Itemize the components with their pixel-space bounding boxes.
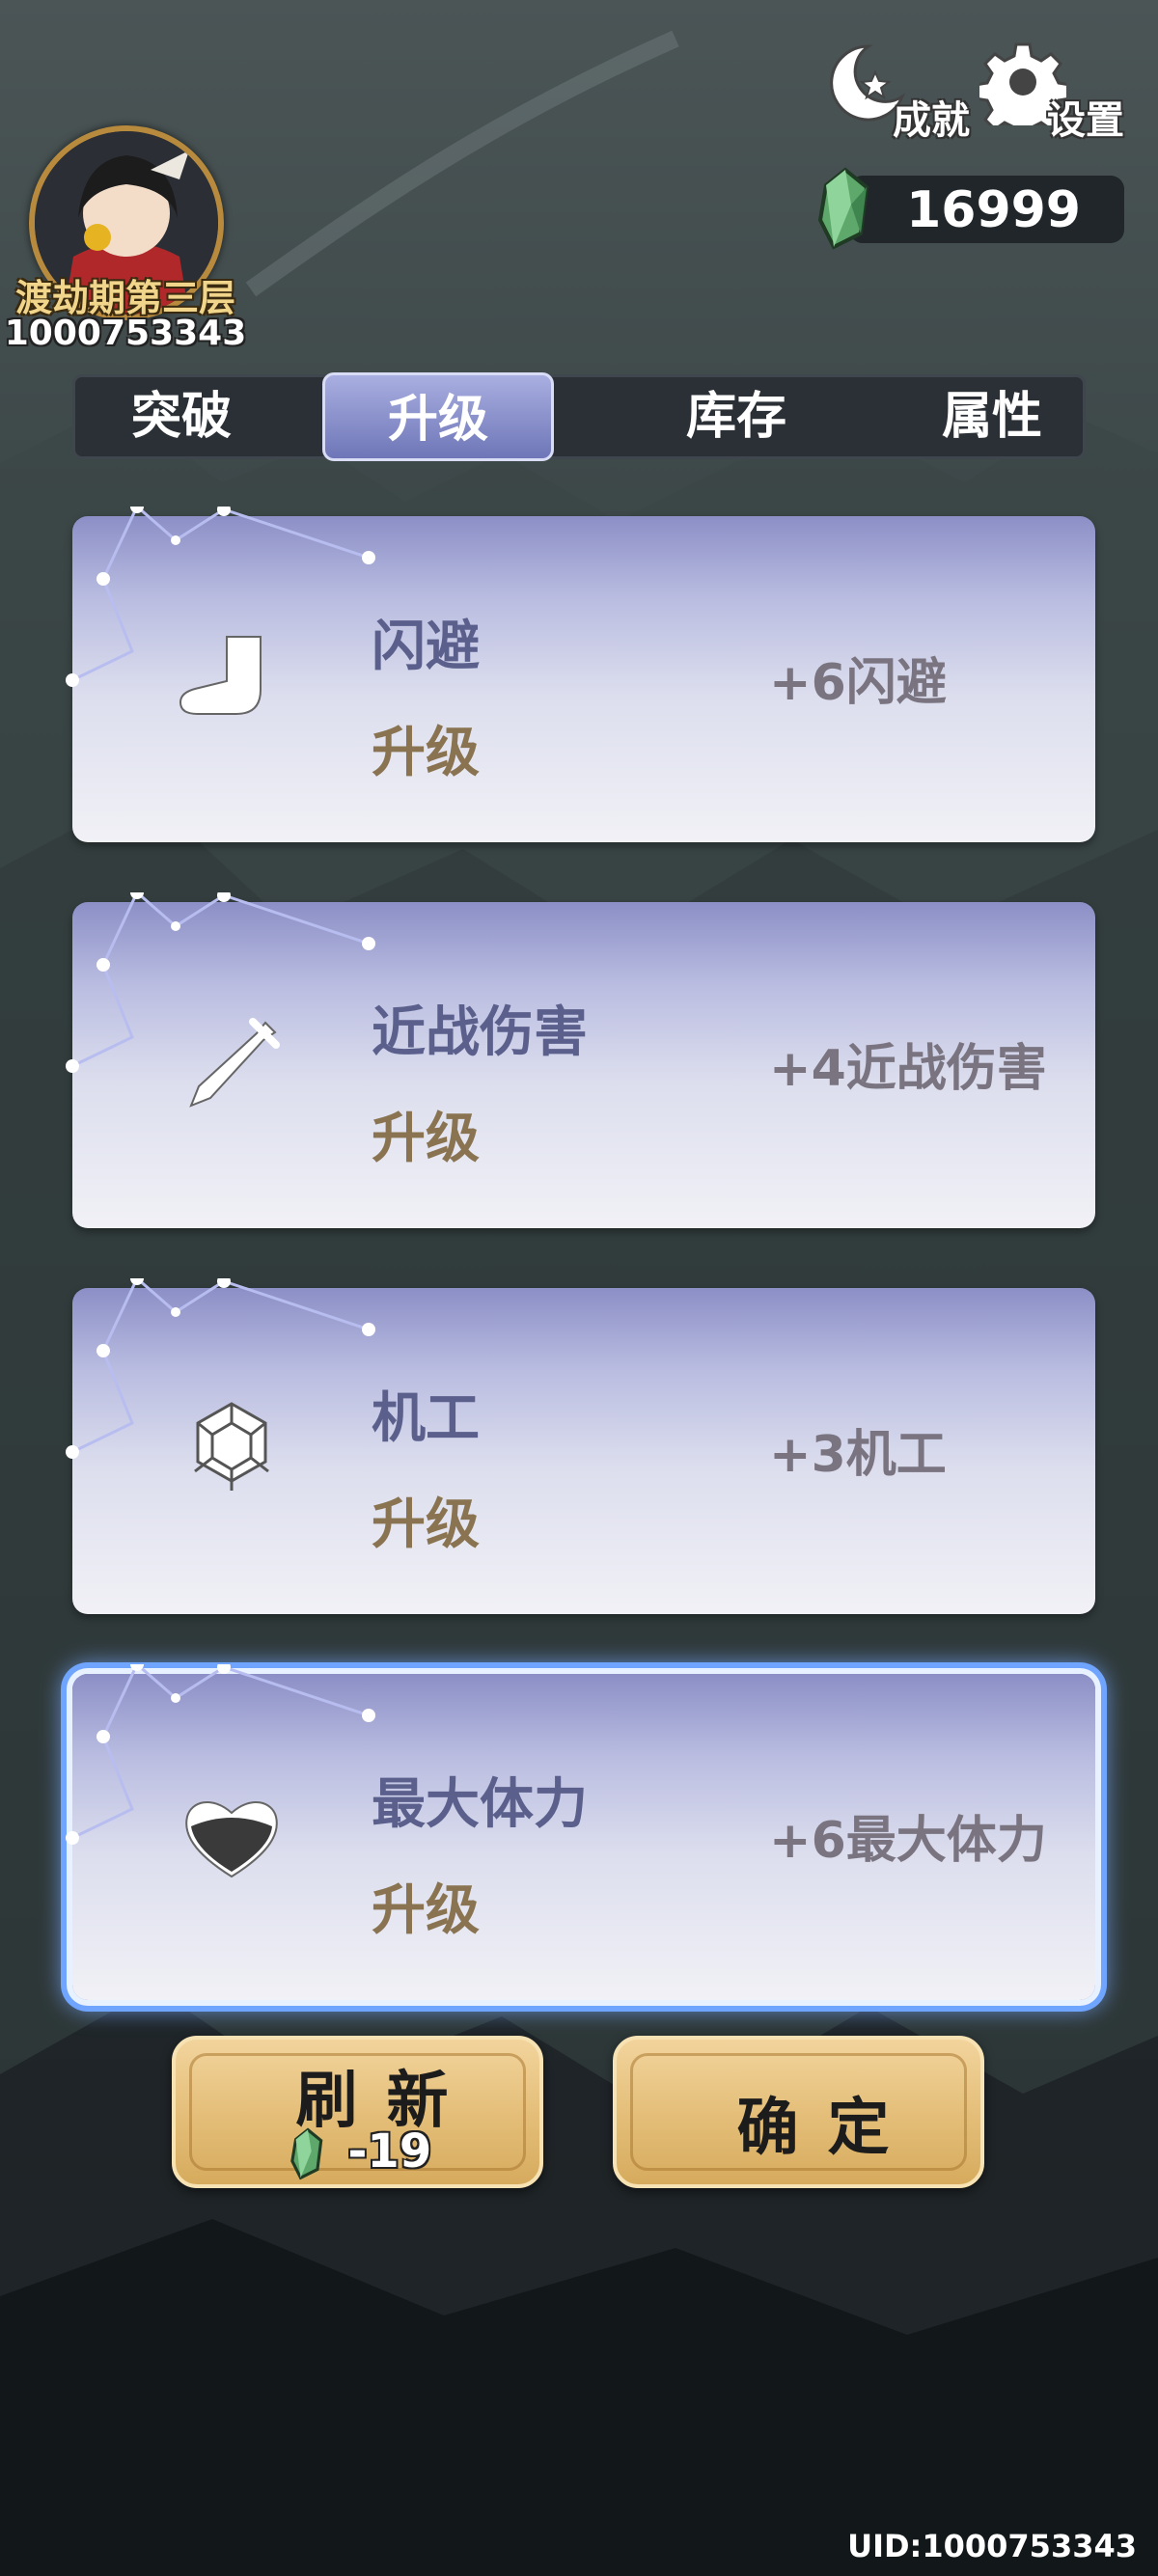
achievements-button[interactable]: 成就 [825, 39, 970, 145]
tab-breakthrough[interactable]: 突破 [85, 377, 278, 456]
upgrade-card-melee-damage[interactable]: 近战伤害 升级 +4近战伤害 [66, 892, 1095, 1228]
upgrade-effect: +6最大体力 [769, 1812, 1047, 1870]
upgrade-action: 升级 [372, 1108, 480, 1170]
cube-cluster-icon [194, 1402, 269, 1491]
upgrade-effect: +3机工 [769, 1426, 947, 1484]
confirm-button[interactable]: 确定 [613, 2036, 984, 2188]
refresh-cost: -19 [176, 2124, 539, 2181]
player-id: 1000753343 [4, 314, 247, 353]
sword-icon [189, 1018, 280, 1108]
upgrade-action: 升级 [372, 1879, 480, 1942]
tab-upgrade[interactable]: 升级 [322, 372, 554, 461]
uid-text: UID:1000753343 [847, 2528, 1137, 2564]
upgrade-name: 最大体力 [372, 1773, 588, 1836]
tab-attributes[interactable]: 属性 [905, 377, 1079, 456]
currency-value: 16999 [906, 181, 1081, 239]
confirm-label: 确定 [736, 2093, 919, 2164]
tab-bar: 突破 升级 库存 属性 [72, 372, 1086, 461]
jade-crystal-icon [817, 167, 869, 250]
upgrade-effect: +6闪避 [769, 654, 947, 712]
jade-crystal-icon [290, 2127, 323, 2180]
upgrade-name: 闪避 [372, 616, 480, 678]
settings-label: 设置 [1047, 98, 1124, 143]
refresh-button[interactable]: 刷新 -19 [172, 2036, 543, 2188]
achievements-label: 成就 [893, 98, 970, 143]
upgrade-name: 机工 [372, 1387, 480, 1450]
upgrade-card-max-stamina[interactable]: 最大体力 升级 +6最大体力 [66, 1664, 1095, 2000]
upgrade-card-dodge[interactable]: 闪避 升级 +6闪避 [66, 507, 1095, 842]
upgrade-effect: +4近战伤害 [769, 1040, 1047, 1098]
tab-inventory[interactable]: 库存 [640, 377, 833, 456]
upgrade-name: 近战伤害 [372, 1001, 588, 1064]
heart-icon [185, 1800, 278, 1878]
upgrade-action: 升级 [372, 722, 480, 784]
settings-button[interactable]: 设置 [979, 39, 1124, 145]
upgrade-action: 升级 [372, 1494, 480, 1556]
upgrade-card-mechanic[interactable]: 机工 升级 +3机工 [66, 1278, 1095, 1614]
boot-icon [179, 636, 262, 715]
currency-display: 16999 [849, 176, 1124, 243]
refresh-cost-value: -19 [347, 2124, 432, 2179]
